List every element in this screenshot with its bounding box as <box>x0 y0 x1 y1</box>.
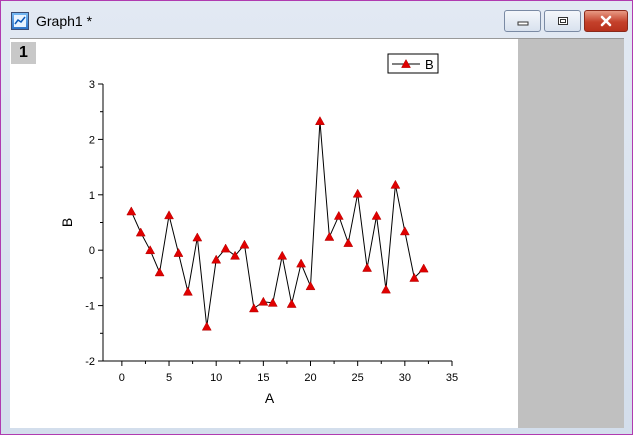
y-tick-label: 1 <box>89 190 95 202</box>
data-point-marker[interactable] <box>135 227 146 237</box>
x-axis-title[interactable]: A <box>265 390 275 406</box>
y-tick-label: 2 <box>89 134 95 146</box>
x-tick-label: 25 <box>352 372 364 384</box>
y-tick-label: -1 <box>85 301 95 313</box>
x-tick-label: 10 <box>210 372 222 384</box>
data-point-marker[interactable] <box>296 258 307 268</box>
data-point-marker[interactable] <box>333 210 344 220</box>
y-tick-label: 0 <box>89 245 95 257</box>
y-tick-label: -2 <box>85 356 95 368</box>
graph-client-area: 1 0 5 10 15 20 25 30 35 -2 -1 0 1 2 3 A B B <box>10 38 624 428</box>
maximize-button[interactable] <box>544 10 581 32</box>
legend-label: B <box>425 57 434 72</box>
x-tick-label: 15 <box>257 372 269 384</box>
data-point-marker[interactable] <box>201 321 212 331</box>
y-axis-title[interactable]: B <box>59 218 75 227</box>
data-point-marker[interactable] <box>192 232 203 242</box>
data-point-marker[interactable] <box>154 267 165 277</box>
x-tick-label: 5 <box>166 372 172 384</box>
layer-number-badge[interactable]: 1 <box>11 42 36 64</box>
close-button[interactable] <box>584 10 628 32</box>
data-point-marker[interactable] <box>286 298 297 308</box>
data-point-marker[interactable] <box>277 250 288 260</box>
x-tick-label: 35 <box>446 372 458 384</box>
graph-window: Graph1 * 1 0 5 10 15 20 25 30 35 -2 -1 0 1 2 3 A B B <box>0 0 633 435</box>
line-chart[interactable]: 0 5 10 15 20 25 30 35 -2 -1 0 1 2 3 A B B <box>10 39 518 428</box>
data-point-marker[interactable] <box>305 281 316 291</box>
close-icon <box>600 15 612 27</box>
title-bar[interactable]: Graph1 * <box>1 1 632 37</box>
data-point-marker[interactable] <box>220 243 231 253</box>
window-title: Graph1 * <box>36 13 93 29</box>
data-point-marker[interactable] <box>173 247 184 257</box>
y-tick-label: 3 <box>89 79 95 91</box>
minimize-button[interactable] <box>504 10 541 32</box>
data-point-marker[interactable] <box>182 286 193 296</box>
data-point-marker[interactable] <box>126 206 137 216</box>
data-point-marker[interactable] <box>352 188 363 198</box>
graph-window-icon[interactable] <box>11 12 29 30</box>
data-point-marker[interactable] <box>418 263 429 273</box>
restore-icon <box>557 17 568 25</box>
data-point-marker[interactable] <box>315 116 325 125</box>
data-point-marker[interactable] <box>145 245 156 255</box>
x-tick-label: 30 <box>399 372 411 384</box>
data-point-marker[interactable] <box>371 210 382 220</box>
data-point-marker[interactable] <box>343 237 354 247</box>
x-tick-label: 20 <box>304 372 316 384</box>
data-point-marker[interactable] <box>399 226 410 236</box>
data-point-marker[interactable] <box>362 262 373 272</box>
data-point-marker[interactable] <box>381 284 391 294</box>
data-point-marker[interactable] <box>164 210 174 220</box>
data-point-marker[interactable] <box>258 296 269 306</box>
series-line[interactable] <box>130 121 425 327</box>
graph-page[interactable]: 1 0 5 10 15 20 25 30 35 -2 -1 0 1 2 3 A B B <box>10 39 518 428</box>
data-point-marker[interactable] <box>324 231 335 241</box>
data-point-marker[interactable] <box>390 179 401 189</box>
data-point-marker[interactable] <box>248 303 259 313</box>
data-point-marker[interactable] <box>239 239 250 249</box>
x-tick-label: 0 <box>119 372 125 384</box>
minimize-icon <box>517 21 528 26</box>
